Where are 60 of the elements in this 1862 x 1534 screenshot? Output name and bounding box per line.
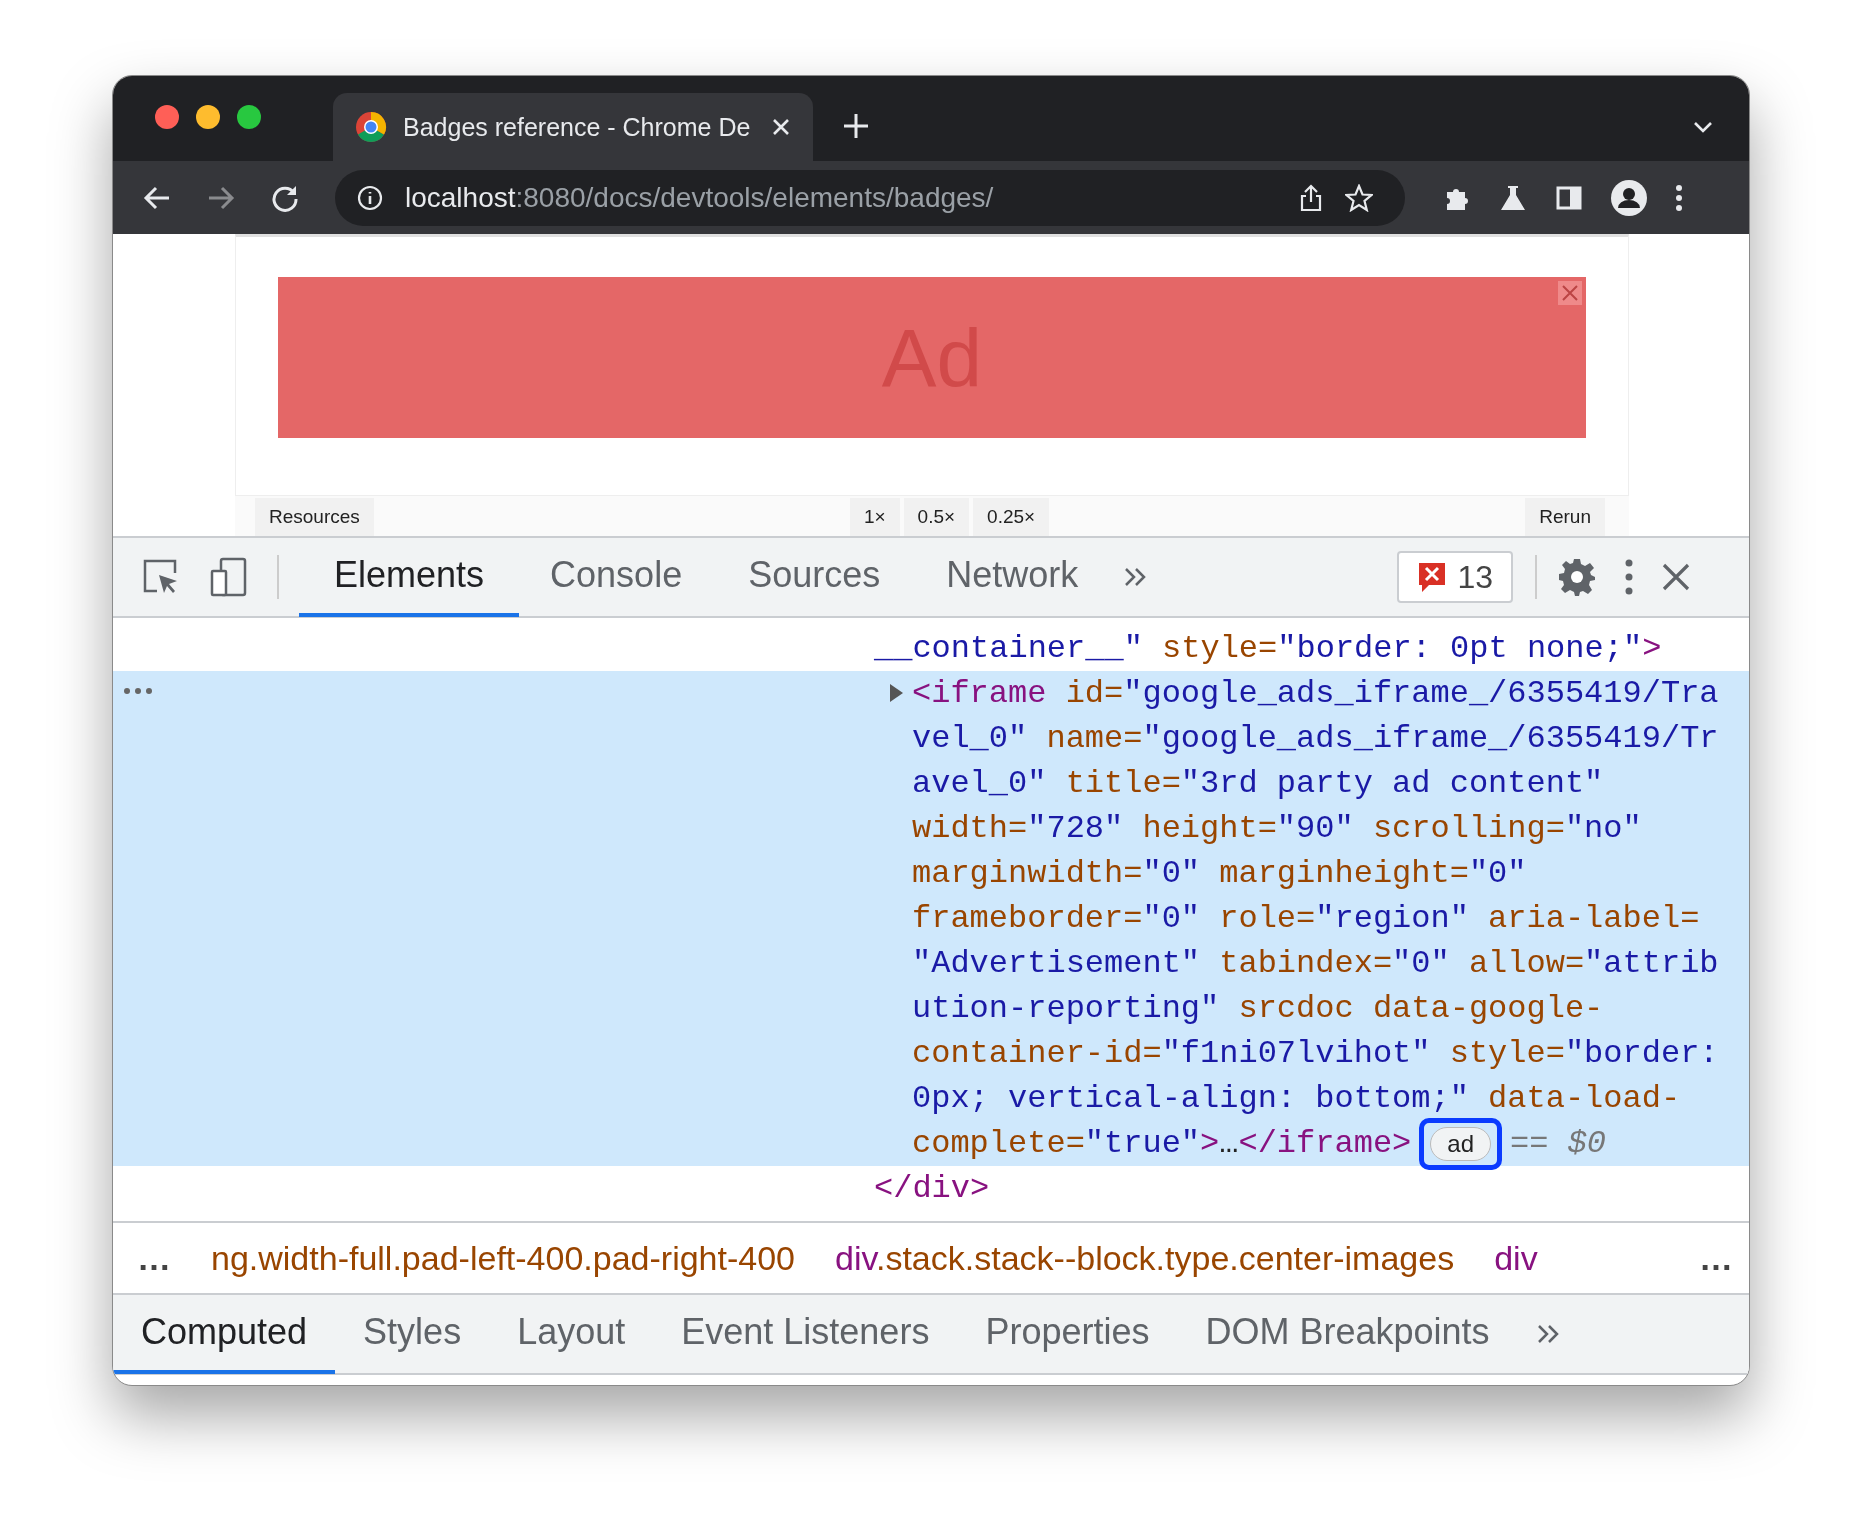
- preview-tool-button[interactable]: Resources: [255, 498, 374, 536]
- dom-node-row[interactable]: </div>: [113, 1166, 1749, 1211]
- new-tab-icon[interactable]: [843, 113, 869, 139]
- selected-marker: == $0: [1510, 1124, 1606, 1164]
- panel-tab[interactable]: Properties: [957, 1294, 1178, 1374]
- error-icon: [1417, 561, 1448, 593]
- breadcrumb[interactable]: div.stack.stack--block.type.center-images: [835, 1238, 1455, 1278]
- ad-badge[interactable]: ad: [1430, 1126, 1491, 1161]
- code-line: marginwidth="0" marginheight="0": [912, 854, 1527, 894]
- panel-tab[interactable]: Computed: [113, 1294, 336, 1374]
- zoom-button[interactable]: [237, 105, 261, 129]
- minimize-button[interactable]: [196, 105, 220, 129]
- expand-triangle-icon[interactable]: [888, 683, 904, 703]
- device-icon[interactable]: [209, 557, 249, 597]
- share-icon[interactable]: [1299, 183, 1323, 212]
- scroll-left-button[interactable]: …: [137, 1238, 171, 1278]
- preview-tool-button[interactable]: Rerun: [1525, 498, 1605, 536]
- breadcrumb[interactable]: ng.width-full.pad-left-400.pad-right-400: [211, 1238, 795, 1278]
- star-icon[interactable]: [1345, 183, 1373, 212]
- browser-logo-icon: [355, 111, 387, 143]
- more-tabs-icon[interactable]: [1535, 1324, 1560, 1344]
- code-line: vel_0" name="google_ads_iframe_/6355419/Tr: [912, 719, 1719, 759]
- close-icon[interactable]: [1661, 562, 1691, 592]
- info-icon[interactable]: [357, 184, 383, 211]
- panel-tab[interactable]: DOM Breakpoints: [1177, 1294, 1518, 1374]
- code-line: complete="true">…</iframe>: [912, 1124, 1412, 1164]
- code-line: width="728" height="90" scrolling="no": [912, 809, 1642, 849]
- tab-title: Badges reference - Chrome De: [403, 112, 752, 142]
- profile-icon[interactable]: [1611, 179, 1647, 216]
- chevron-down-icon[interactable]: [1693, 121, 1713, 133]
- menu-icon[interactable]: [1675, 183, 1683, 212]
- code-line: container-id="f1ni07lvihot" style="border:: [912, 1034, 1719, 1074]
- code-line: frameborder="0" role="region" aria-label=: [912, 899, 1700, 939]
- close-button[interactable]: [155, 105, 179, 129]
- code-line: __container__" style="border: 0pt none;">: [874, 629, 1662, 669]
- dom-node-row[interactable]: __container__" style="border: 0pt none;">: [113, 626, 1749, 671]
- address-bar[interactable]: localhost:8080/docs/devtools/elements/badges/: [335, 169, 1405, 226]
- code-line: <iframe id="google_ads_iframe_/6355419/Tra: [912, 674, 1719, 714]
- error-counter[interactable]: 13: [1397, 551, 1513, 603]
- preview-tool-button[interactable]: 1×: [849, 498, 900, 536]
- flask-icon[interactable]: [1499, 183, 1527, 212]
- url-text: localhost:8080/docs/devtools/elements/badges/: [405, 181, 994, 214]
- panel-tab[interactable]: Layout: [489, 1294, 654, 1374]
- more-tabs-icon[interactable]: [1123, 567, 1148, 587]
- more-options-icon[interactable]: [1625, 559, 1633, 595]
- code-line: avel_0" title="3rd party ad content": [912, 764, 1604, 804]
- code-line: </div>: [874, 1169, 990, 1209]
- scroll-right-button[interactable]: …: [1699, 1238, 1733, 1278]
- browser-tab[interactable]: Badges reference - Chrome De: [333, 93, 813, 161]
- code-line: ution-reporting" srcdoc data-google-: [912, 989, 1604, 1029]
- more-dots-icon[interactable]: [123, 687, 153, 695]
- panel-tab[interactable]: Styles: [335, 1294, 490, 1374]
- preview-tool-button[interactable]: 0.25×: [973, 498, 1050, 536]
- close-tab-icon[interactable]: [771, 117, 791, 137]
- panel-tab[interactable]: Event Listeners: [653, 1294, 958, 1374]
- code-line: "Advertisement" tabindex="0" allow="attrib: [912, 944, 1719, 984]
- settings-icon[interactable]: [1557, 557, 1597, 597]
- breadcrumb[interactable]: div: [1494, 1238, 1538, 1278]
- preview-tool-button[interactable]: 0.5×: [903, 498, 970, 536]
- code-line: 0px; vertical-align: bottom;" data-load-: [912, 1079, 1681, 1119]
